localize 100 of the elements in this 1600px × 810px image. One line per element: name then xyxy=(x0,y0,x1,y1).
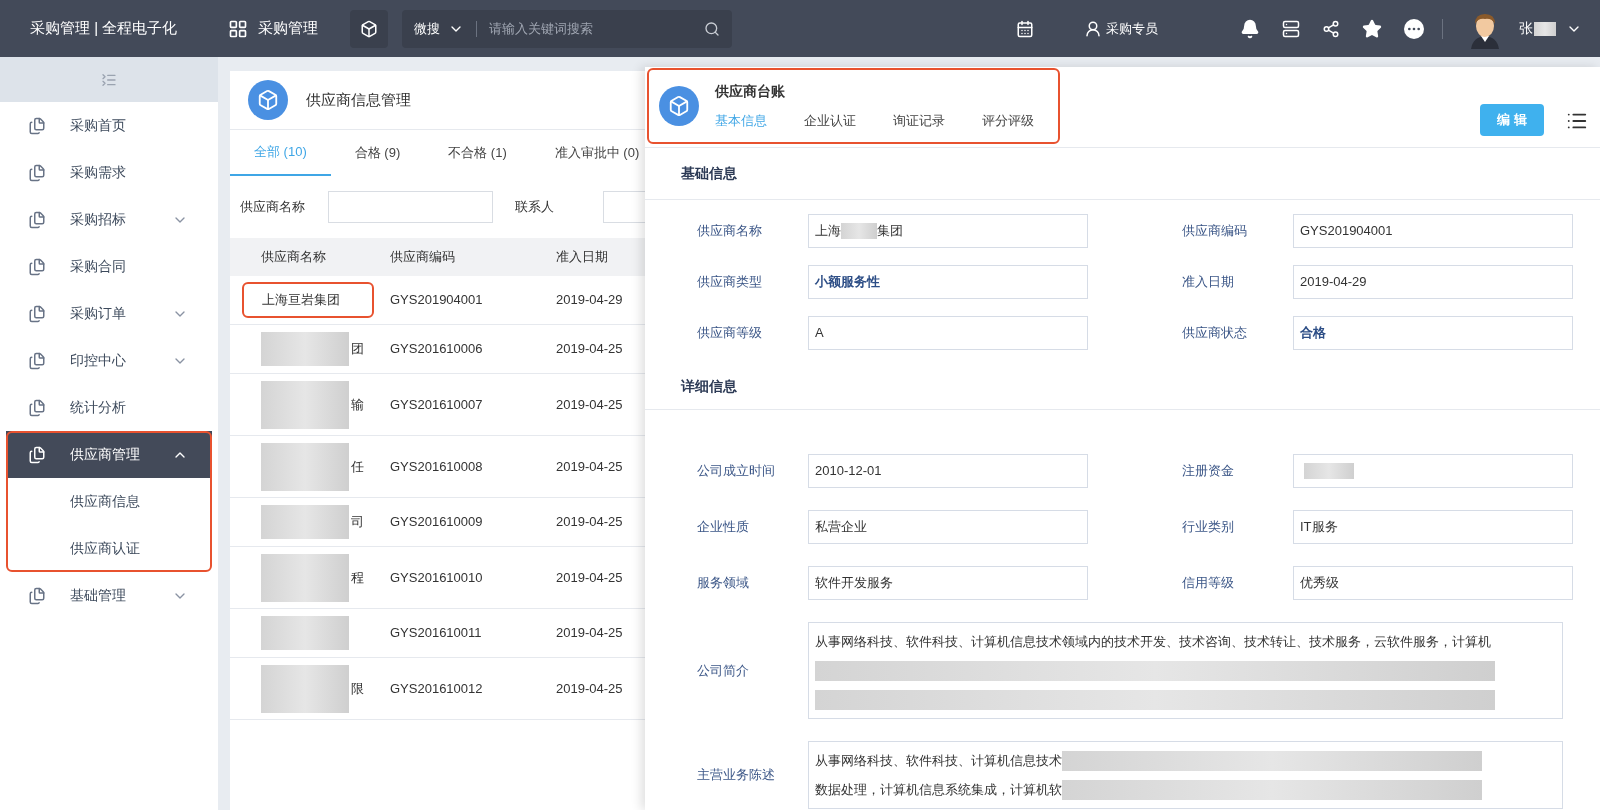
document-icon xyxy=(28,304,46,323)
text-field[interactable]: IT服务 xyxy=(1293,510,1573,544)
filter-tab[interactable]: 准入审批中 (0) xyxy=(530,130,645,176)
table-cell-text: GYS201610010 xyxy=(389,568,484,587)
field-label: 注册资金 xyxy=(1182,462,1235,481)
table-cell[interactable]: 限 xyxy=(351,678,364,699)
field-label: 行业类别 xyxy=(1182,518,1235,537)
text-area[interactable]: 从事网络科技、软件科技、计算机信息技术领域内的技术开发、技术咨询、技术转让、技术服务，云软件服务，计算机 xyxy=(808,622,1563,719)
table-cell[interactable]: 上海亘岩集团 xyxy=(261,290,341,310)
table-cell-text: GYS201610012 xyxy=(389,679,484,698)
section-title: 基础信息 xyxy=(681,164,737,183)
search-scope[interactable]: 微搜 xyxy=(414,18,464,39)
table-cell[interactable]: 司 xyxy=(351,512,364,532)
bell-icon[interactable] xyxy=(1240,18,1260,39)
star-icon[interactable] xyxy=(1362,18,1382,39)
cube-icon xyxy=(248,80,288,120)
text-field[interactable]: 2010-12-01 xyxy=(808,454,1088,488)
share-icon[interactable] xyxy=(1322,19,1340,38)
text-field[interactable]: 合格 xyxy=(1293,316,1573,350)
sidebar-item[interactable]: 采购需求 xyxy=(6,149,212,196)
sidebar-item[interactable]: 印控中心 xyxy=(6,337,212,384)
calendar-icon[interactable] xyxy=(1016,19,1034,38)
cube-icon xyxy=(360,19,378,38)
table-cell[interactable]: 程 xyxy=(351,567,364,588)
table-cell-text: 2019-04-25 xyxy=(555,568,624,587)
field-label: 供应商类型 xyxy=(697,273,763,292)
field-label: 企业性质 xyxy=(697,518,750,537)
sidebar-subitem[interactable]: 供应商信息 xyxy=(6,478,212,525)
sidebar-subitem[interactable]: 供应商认证 xyxy=(6,525,212,572)
apps-grid-icon[interactable] xyxy=(228,18,248,39)
module-name: 采购管理 xyxy=(258,18,318,39)
table-cell-text: 2019-04-25 xyxy=(555,513,624,532)
table-cell-text: GYS201610008 xyxy=(389,457,484,476)
text-area[interactable]: 从事网络科技、软件科技、计算机信息技术 数据处理，计算机信息系统集成，计算机软 xyxy=(808,741,1563,809)
search-icon[interactable] xyxy=(704,20,720,37)
detail-tab[interactable]: 企业认证 xyxy=(804,111,856,131)
document-icon xyxy=(28,116,46,135)
more-icon[interactable] xyxy=(1404,18,1424,39)
document-icon xyxy=(28,586,46,605)
field-label: 主营业务陈述 xyxy=(697,766,776,785)
table-cell-text: 2019-04-25 xyxy=(555,679,624,698)
field-label: 供应商名称 xyxy=(697,222,763,241)
filter-label: 供应商名称 xyxy=(240,198,306,217)
table-cell-text: GYS201610011 xyxy=(389,624,483,643)
text-field[interactable]: 小额服务性 xyxy=(808,265,1088,299)
field-label: 供应商等级 xyxy=(697,324,763,343)
text-field[interactable]: 私营企业 xyxy=(808,510,1088,544)
user-icon[interactable] xyxy=(1084,19,1102,38)
table-cell[interactable]: 任 xyxy=(351,456,364,477)
text-line: 数据处理，计算机信息系统集成，计算机软 xyxy=(815,781,1062,799)
table-cell-text: 2019-04-25 xyxy=(555,624,624,643)
cube-icon xyxy=(659,86,699,126)
table-cell-text: 2019-04-25 xyxy=(555,457,624,476)
table-cell-text: GYS201904001 xyxy=(389,291,484,310)
field-label: 供应商状态 xyxy=(1182,324,1248,343)
column-header: 准入日期 xyxy=(555,248,609,267)
field-label: 服务领域 xyxy=(697,574,750,593)
filter-label: 联系人 xyxy=(515,198,555,217)
text-field[interactable]: 上海 集团 xyxy=(808,214,1088,248)
field-label: 信用等级 xyxy=(1182,574,1235,593)
field-label: 公司简介 xyxy=(697,661,750,680)
sidebar-item[interactable]: 基础管理 xyxy=(6,572,212,619)
text-field[interactable]: A xyxy=(808,316,1088,350)
widget-button[interactable] xyxy=(350,9,388,48)
panel-title: 供应商信息管理 xyxy=(306,89,411,110)
search-field[interactable]: 微搜 请输入关键词搜索 xyxy=(402,9,732,48)
table-cell-text: 2019-04-29 xyxy=(555,291,624,310)
field-label: 准入日期 xyxy=(1182,273,1235,292)
text-line: 从事网络科技、软件科技、计算机信息技术领域内的技术开发、技术咨询、技术转让、技术服务，云软件服务，计算机 xyxy=(815,633,1491,651)
text-line: 从事网络科技、软件科技、计算机信息技术 xyxy=(815,752,1062,770)
sidebar-item[interactable]: 采购订单 xyxy=(6,290,212,337)
field-label: 供应商编码 xyxy=(1182,222,1248,241)
sidebar-item[interactable]: 采购合同 xyxy=(6,243,212,290)
app-title: 采购管理 | 全程电子化 xyxy=(29,18,179,39)
column-header: 供应商编码 xyxy=(389,248,456,267)
detail-tab[interactable]: 询证记录 xyxy=(893,111,945,131)
text-field[interactable] xyxy=(1293,454,1573,488)
table-cell-text: GYS201610006 xyxy=(389,340,484,359)
table-cell[interactable]: 输 xyxy=(351,394,364,415)
text-field[interactable]: 2019-04-29 xyxy=(1293,265,1573,299)
filter-tab[interactable]: 合格 (9) xyxy=(330,130,425,176)
table-cell[interactable]: 团 xyxy=(351,339,364,359)
filter-input[interactable] xyxy=(328,191,493,223)
column-header: 供应商名称 xyxy=(260,248,327,267)
sidebar-item[interactable]: 采购首页 xyxy=(6,102,212,149)
role-label[interactable]: 采购专员 xyxy=(1106,18,1158,39)
sidebar-item[interactable]: 采购招标 xyxy=(6,196,212,243)
filter-tab[interactable]: 不合格 (1) xyxy=(424,130,531,176)
table-cell-text: GYS201610009 xyxy=(389,513,484,532)
sidebar-item[interactable]: 供应商管理 xyxy=(6,431,212,478)
sidebar-item[interactable]: 统计分析 xyxy=(6,384,212,431)
detail-tab[interactable]: 评分评级 xyxy=(982,111,1034,131)
user-name[interactable]: 张 xyxy=(1519,18,1533,39)
text-field[interactable]: 优秀级 xyxy=(1293,566,1573,600)
document-icon xyxy=(28,351,46,370)
document-icon xyxy=(28,257,46,276)
server-icon[interactable] xyxy=(1282,19,1300,38)
table-cell-text: 2019-04-25 xyxy=(555,340,624,359)
text-field[interactable]: 软件开发服务 xyxy=(808,566,1088,600)
text-field[interactable]: GYS201904001 xyxy=(1293,214,1573,248)
